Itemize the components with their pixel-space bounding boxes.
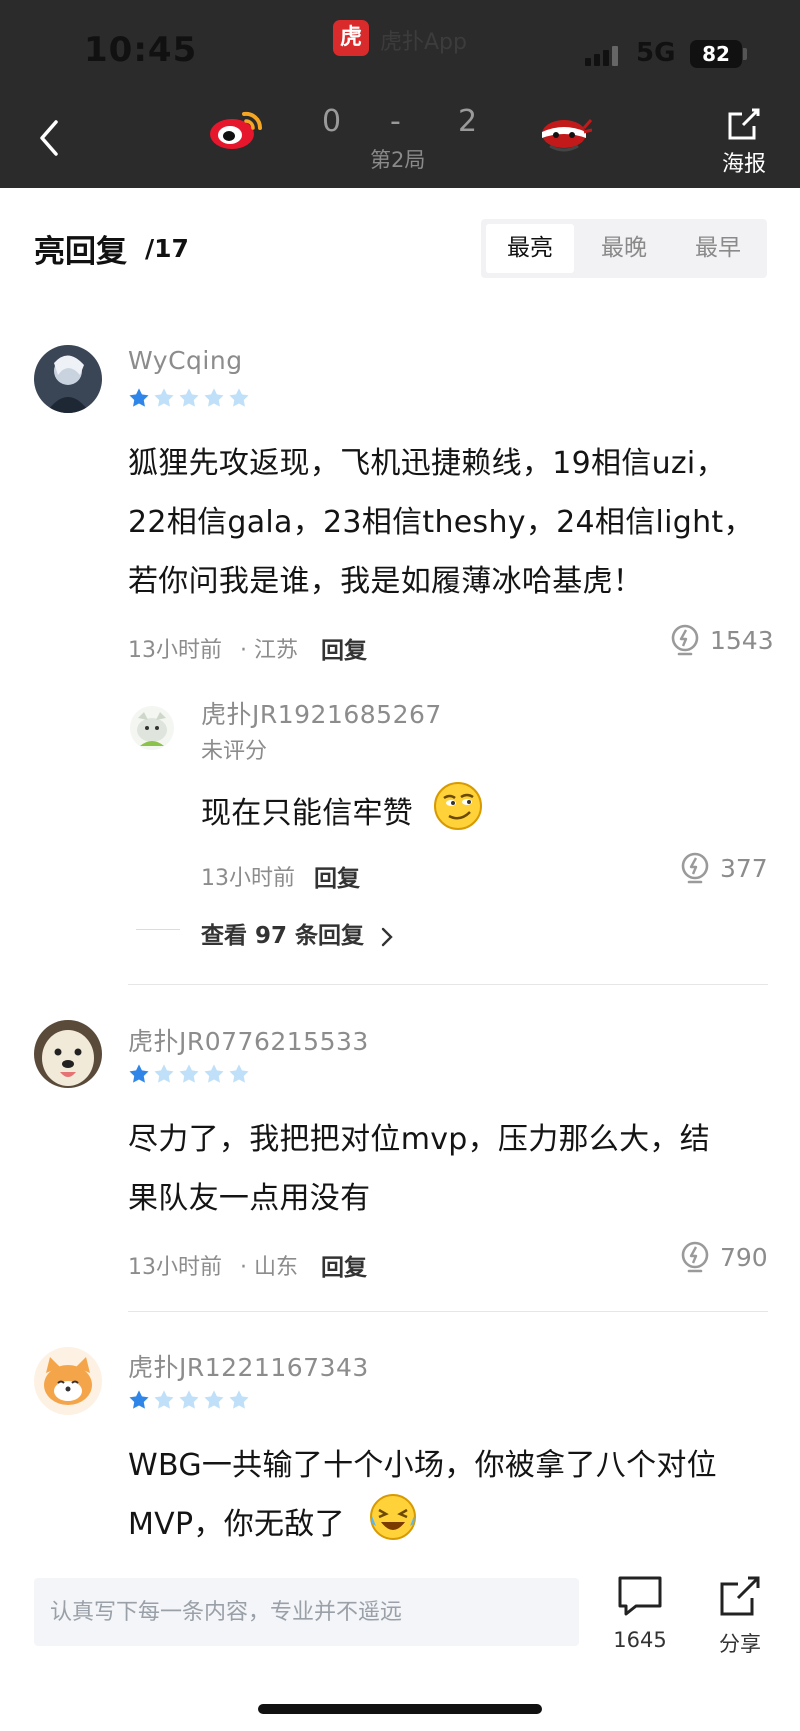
sort-tabs: 最亮 最晚 最早 bbox=[481, 219, 767, 278]
like-button[interactable]: 377 bbox=[680, 852, 780, 888]
chevron-left-icon bbox=[40, 120, 58, 156]
reply-time: 13小时前 bbox=[201, 866, 295, 891]
back-button[interactable] bbox=[32, 116, 68, 160]
team-logo-ninja-icon[interactable] bbox=[536, 108, 593, 156]
tab-earliest[interactable]: 最早 bbox=[674, 224, 762, 273]
laughing-crying-emoji-icon bbox=[370, 1494, 416, 1540]
username[interactable]: 虎扑JR1221167343 bbox=[128, 1348, 369, 1384]
like-button[interactable]: 790 bbox=[680, 1241, 780, 1277]
like-count: 1543 bbox=[710, 626, 774, 655]
status-time: 10:45 bbox=[84, 30, 198, 70]
comments-button[interactable]: 1645 bbox=[612, 1574, 668, 1652]
reply-button[interactable]: 回复 bbox=[321, 1248, 367, 1282]
star-empty-icon bbox=[154, 1390, 174, 1409]
star-empty-icon bbox=[204, 1064, 224, 1083]
chevron-right-icon bbox=[381, 927, 393, 946]
username[interactable]: 虎扑JR0776215533 bbox=[128, 1022, 369, 1058]
divider bbox=[128, 984, 768, 985]
team-logo-weibo-icon[interactable] bbox=[208, 106, 268, 154]
poster-button[interactable]: 海报 bbox=[716, 106, 772, 177]
comment-text-line: 22相信gala，23相信theshy，24相信light， bbox=[128, 505, 754, 540]
rating-stars bbox=[128, 387, 254, 409]
tab-latest[interactable]: 最晚 bbox=[580, 224, 668, 273]
battery-icon: 82 bbox=[690, 40, 742, 68]
star-empty-icon bbox=[204, 1390, 224, 1409]
comment-location: · 江苏 bbox=[240, 638, 298, 663]
like-count: 377 bbox=[720, 854, 768, 883]
comment-location: · 山东 bbox=[240, 1255, 298, 1280]
star-empty-icon bbox=[179, 1064, 199, 1083]
star-filled-icon bbox=[129, 388, 149, 407]
divider bbox=[128, 1311, 768, 1312]
comment-input[interactable] bbox=[34, 1578, 579, 1646]
comment-bubble-icon bbox=[618, 1576, 662, 1616]
avatar[interactable] bbox=[130, 706, 174, 750]
share-label: 分享 bbox=[719, 1632, 761, 1656]
like-count: 790 bbox=[720, 1243, 768, 1272]
comment-text-line: MVP，你无敌了 bbox=[128, 1507, 345, 1542]
star-empty-icon bbox=[179, 1390, 199, 1409]
round-label: 第2局 bbox=[370, 148, 426, 172]
battery-tip bbox=[743, 48, 747, 60]
reply-button[interactable]: 回复 bbox=[314, 859, 360, 893]
avatar[interactable] bbox=[34, 1020, 102, 1088]
share-button[interactable]: 分享 bbox=[714, 1574, 766, 1658]
score-separator: - bbox=[390, 104, 401, 139]
star-empty-icon bbox=[229, 1064, 249, 1083]
signal-icon bbox=[585, 44, 621, 66]
poster-label: 海报 bbox=[721, 152, 766, 177]
section-title: 亮回复 bbox=[34, 234, 127, 270]
lightbulb-icon bbox=[671, 624, 699, 656]
tab-hottest[interactable]: 最亮 bbox=[486, 224, 574, 273]
comment-time: 13小时前 bbox=[128, 638, 222, 663]
reply-username[interactable]: 虎扑JR1921685267 bbox=[201, 695, 442, 731]
lightbulb-icon bbox=[681, 852, 709, 884]
comment-text-line: 狐狸先攻返现，飞机迅捷赖线，19相信uzi， bbox=[128, 446, 726, 481]
reply-button[interactable]: 回复 bbox=[321, 631, 367, 665]
star-empty-icon bbox=[204, 388, 224, 407]
avatar[interactable] bbox=[34, 1347, 102, 1415]
comment-time: 13小时前 bbox=[128, 1255, 222, 1280]
username[interactable]: WyCqing bbox=[128, 346, 243, 375]
rating-status: 未评分 bbox=[201, 739, 268, 764]
app-name: 虎扑App bbox=[380, 30, 467, 55]
home-indicator[interactable] bbox=[258, 1704, 542, 1714]
comment-text-line: 若你问我是谁，我是如履薄冰哈基虎！ bbox=[128, 564, 644, 599]
star-empty-icon bbox=[154, 388, 174, 407]
comment-text-line: WBG一共输了十个小场，你被拿了八个对位 bbox=[128, 1448, 717, 1483]
score-right: 2 bbox=[458, 104, 478, 139]
like-button[interactable]: 1543 bbox=[670, 624, 780, 660]
avatar[interactable] bbox=[34, 345, 102, 413]
comment-count: 1645 bbox=[613, 1628, 667, 1652]
star-empty-icon bbox=[229, 388, 249, 407]
smirk-emoji-icon bbox=[434, 782, 482, 830]
share-external-icon bbox=[720, 1576, 760, 1616]
star-empty-icon bbox=[154, 1064, 174, 1083]
lightbulb-icon bbox=[681, 1241, 709, 1273]
network-type: 5G bbox=[636, 38, 676, 68]
hupu-logo-icon: 虎 bbox=[333, 20, 369, 56]
view-more-label: 查看 97 条回复 bbox=[201, 923, 365, 949]
section-count: /17 bbox=[145, 234, 189, 263]
score-left: 0 bbox=[322, 104, 342, 139]
star-empty-icon bbox=[229, 1390, 249, 1409]
top-header: 10:45 虎 虎扑App 5G 82 0 - 2 第2局 海报 bbox=[0, 0, 800, 188]
rating-stars bbox=[128, 1063, 254, 1085]
share-external-icon bbox=[728, 108, 760, 140]
rating-stars bbox=[128, 1389, 254, 1411]
comment-text-line: 尽力了，我把把对位mvp，压力那么大，结 bbox=[128, 1122, 711, 1157]
star-filled-icon bbox=[129, 1064, 149, 1083]
star-empty-icon bbox=[179, 388, 199, 407]
view-more-replies[interactable]: 查看 97 条回复 bbox=[201, 916, 394, 950]
star-filled-icon bbox=[129, 1390, 149, 1409]
reply-text: 现在只能信牢赞 bbox=[201, 796, 414, 831]
divider bbox=[136, 929, 180, 930]
comment-text-line: 果队友一点用没有 bbox=[128, 1181, 371, 1216]
